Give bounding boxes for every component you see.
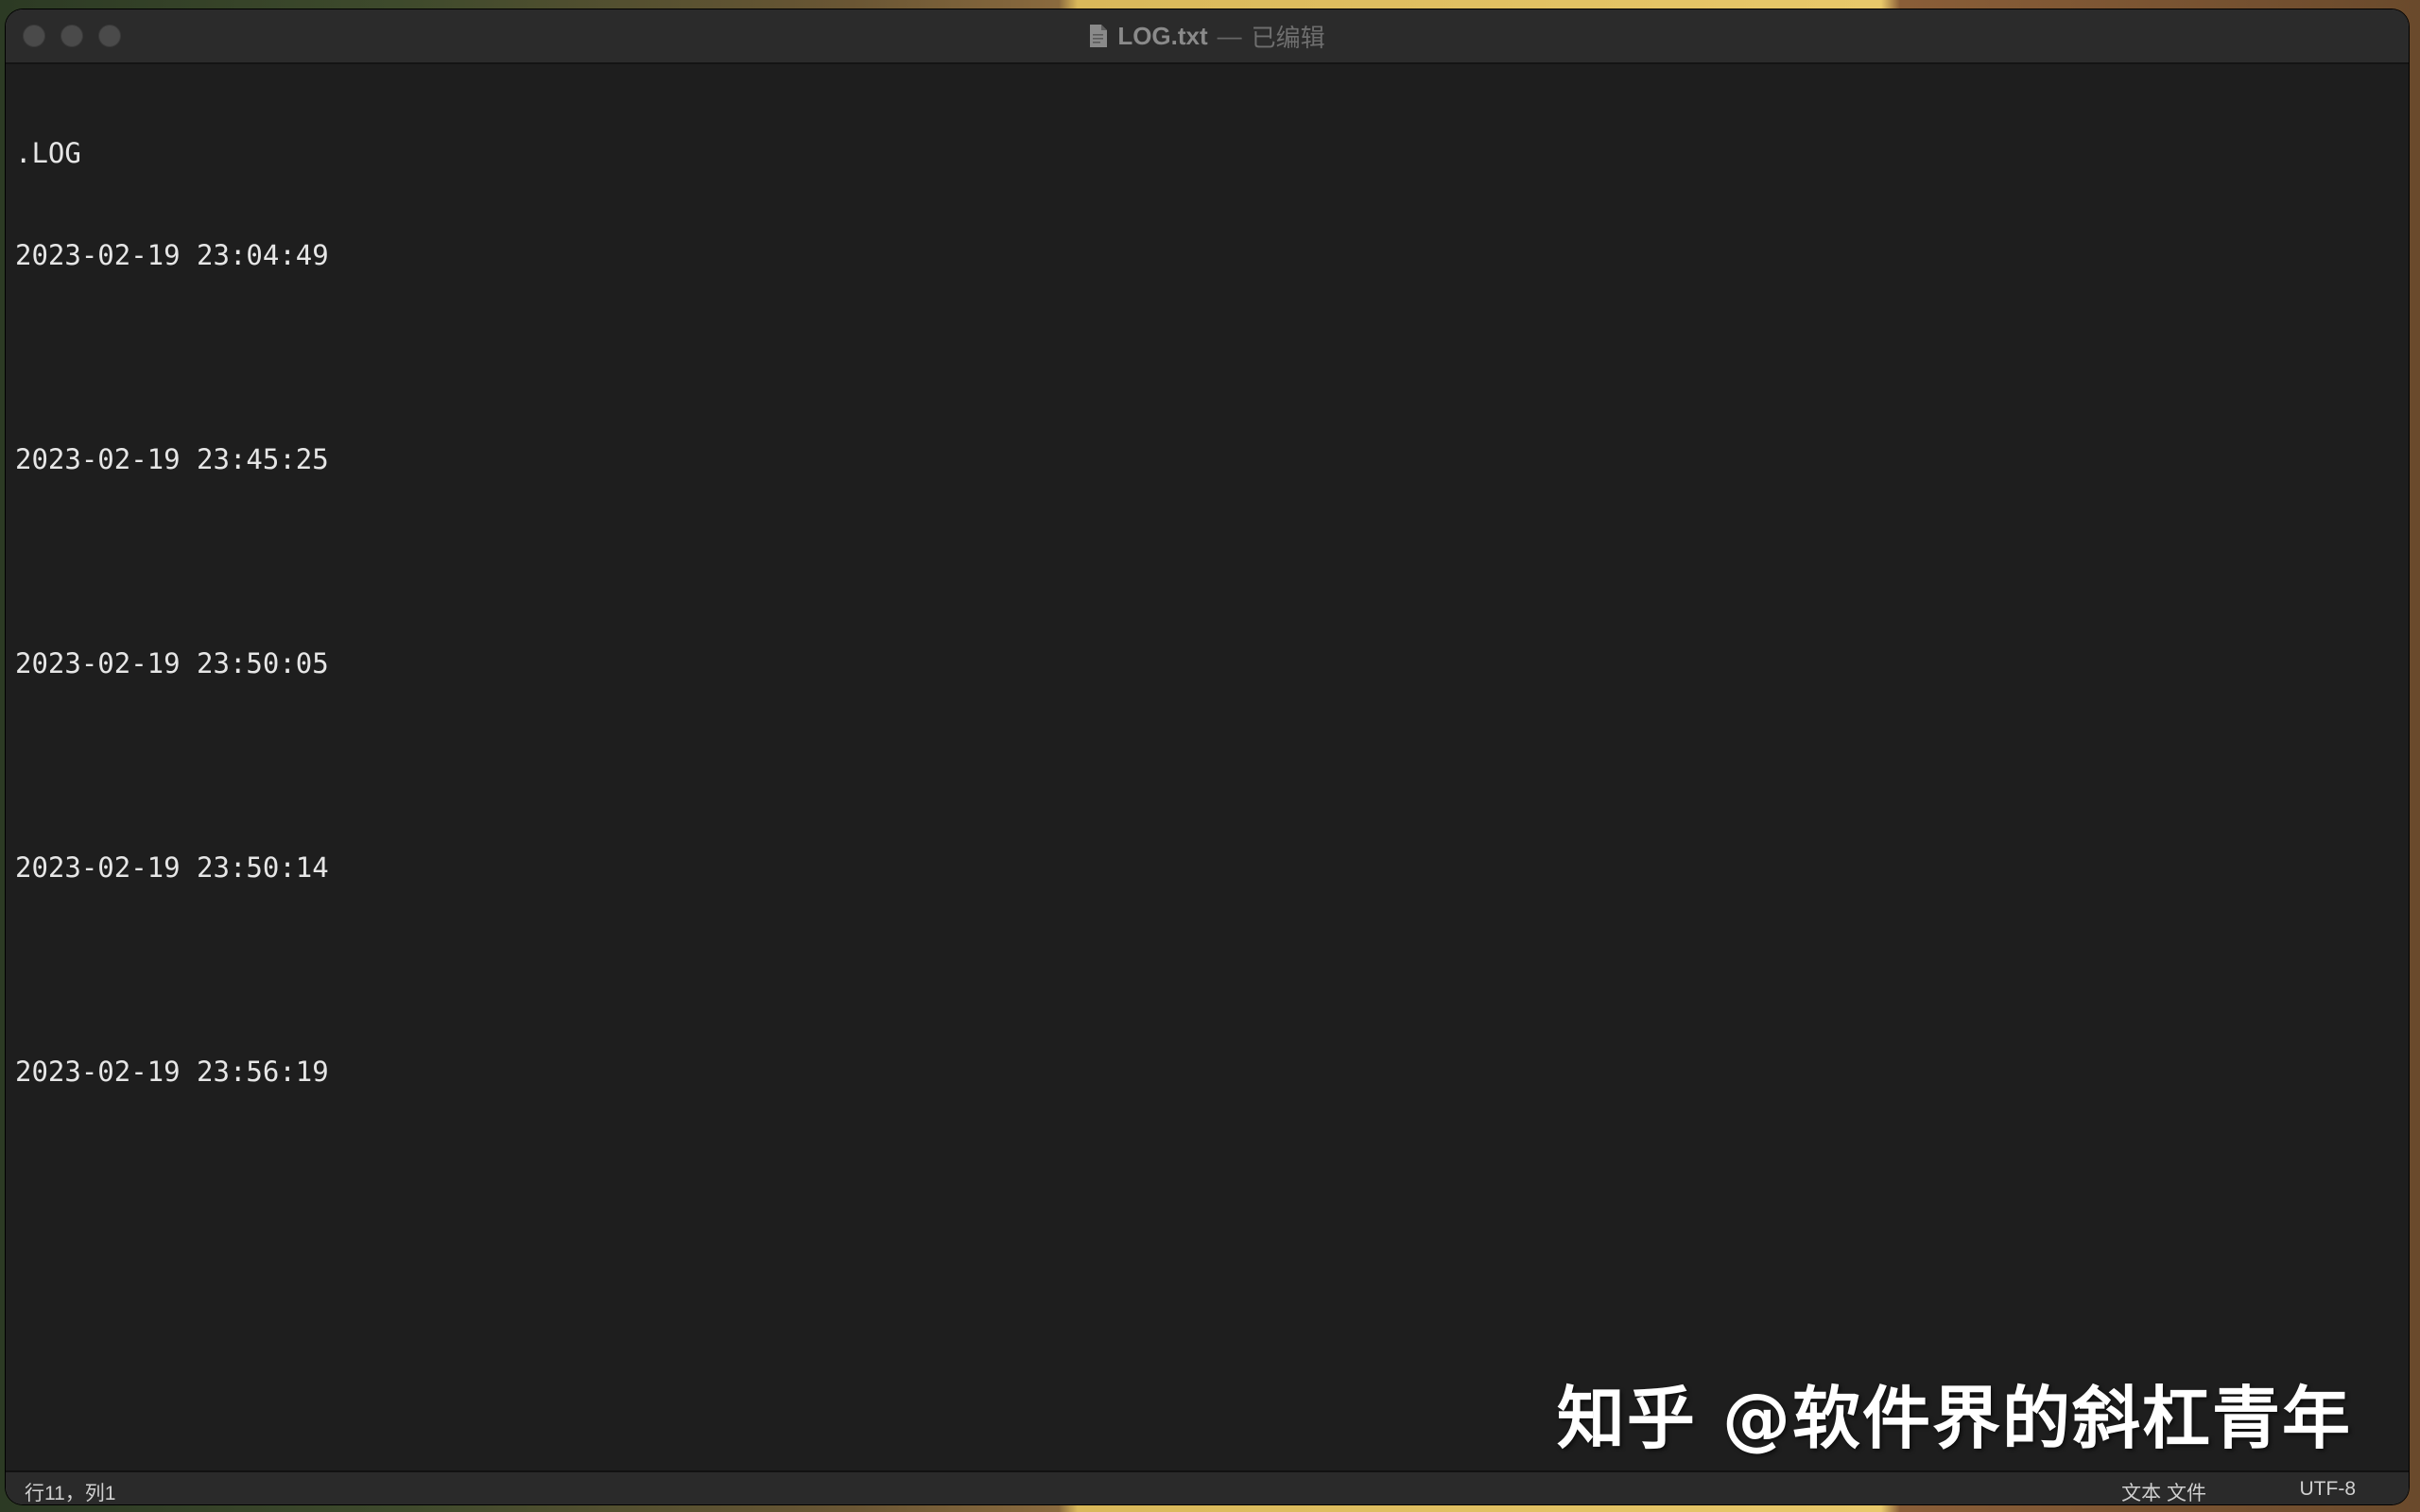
document-icon[interactable] [1089,24,1108,48]
encoding-indicator[interactable]: UTF-8 [2300,1478,2357,1501]
cursor-position[interactable]: 行11，列1 [25,1478,115,1504]
watermark-text: 知乎 @软件界的斜杠青年 [1556,1379,2352,1458]
editor-line: 2023-02-19 23:45:25 [15,443,329,475]
file-type-indicator[interactable]: 文本 文件 [2121,1478,2206,1504]
textedit-window: LOG.txt — 已编辑 .LOG 2023-02-19 23:04:49 2… [6,9,2409,1504]
status-bar: 行11，列1 文本 文件 UTF-8 [6,1470,2409,1504]
editor-line: 2023-02-19 23:50:14 [15,851,329,884]
title-separator: — [1217,21,1242,50]
editor-line: 2023-02-19 23:56:19 [15,1056,329,1088]
edited-status: 已编辑 [1251,23,1325,52]
vertical-scrollbar[interactable] [2403,64,2409,1472]
text-editor-area[interactable]: .LOG 2023-02-19 23:04:49 2023-02-19 23:4… [6,64,2409,1472]
window-title: LOG.txt — 已编辑 [6,9,2409,62]
editor-line: 2023-02-19 23:50:05 [15,647,329,679]
file-name[interactable]: LOG.txt [1117,22,1207,51]
editor-line: 2023-02-19 23:04:49 [15,239,329,271]
editor-line: .LOG [15,137,81,169]
title-bar[interactable]: LOG.txt — 已编辑 [6,9,2409,64]
